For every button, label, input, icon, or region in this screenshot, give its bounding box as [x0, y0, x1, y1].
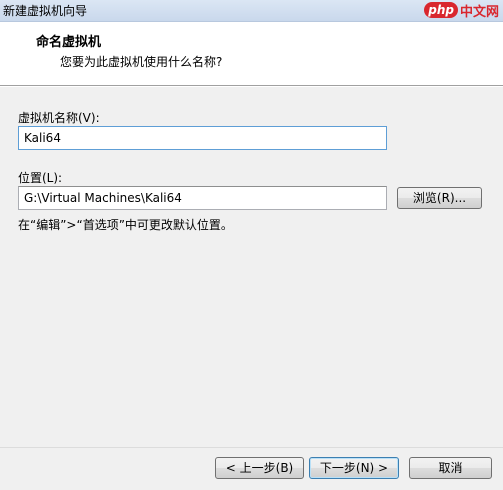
footer-divider: [0, 447, 503, 448]
window-title: 新建虚拟机向导: [3, 4, 88, 18]
cancel-button[interactable]: 取消: [409, 457, 492, 479]
location-label: 位置(L):: [18, 171, 63, 185]
location-input[interactable]: G:\Virtual Machines\Kali64: [18, 186, 387, 210]
wizard-header: 命名虚拟机 您要为此虚拟机使用什么名称?: [0, 22, 503, 86]
header-divider: [0, 86, 503, 87]
location-hint: 在“编辑”>“首选项”中可更改默认位置。: [18, 218, 233, 232]
watermark-logo: php 中文网: [424, 1, 499, 20]
watermark-php-text: php: [424, 2, 458, 18]
back-button[interactable]: < 上一步(B): [215, 457, 304, 479]
vm-name-input[interactable]: Kali64: [18, 126, 387, 150]
next-button[interactable]: 下一步(N) >: [309, 457, 399, 479]
vm-name-label: 虚拟机名称(V):: [18, 111, 100, 125]
browse-button[interactable]: 浏览(R)...: [397, 187, 482, 209]
page-subtitle: 您要为此虚拟机使用什么名称?: [60, 55, 223, 69]
title-bar: 新建虚拟机向导 php 中文网: [0, 0, 503, 22]
watermark-site-text: 中文网: [459, 4, 499, 20]
page-title: 命名虚拟机: [36, 35, 102, 50]
